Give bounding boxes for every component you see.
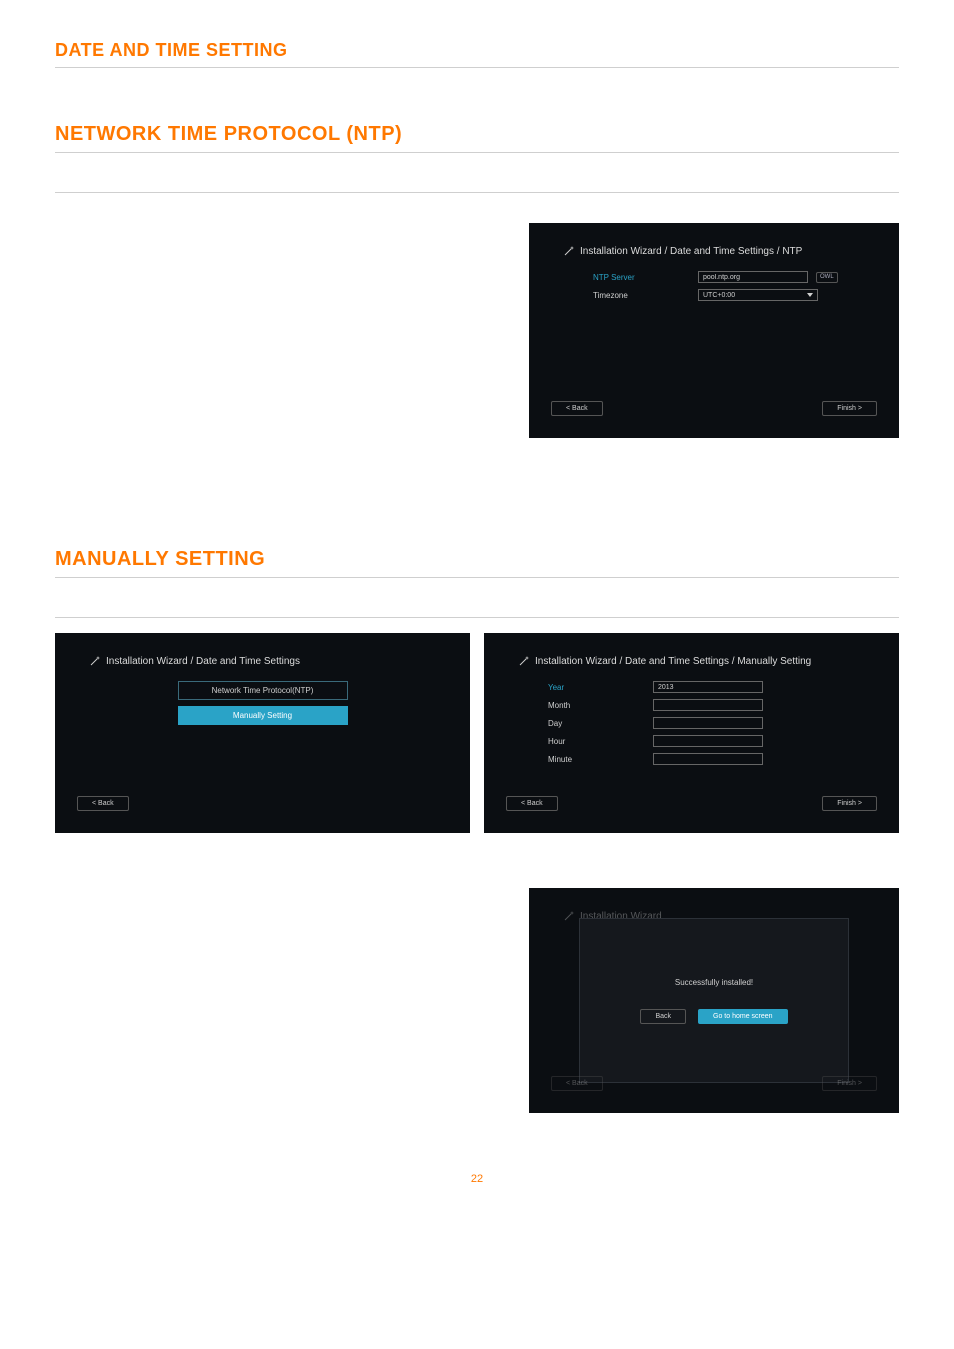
chevron-down-icon	[807, 293, 813, 297]
ntp-wizard-panel: Installation Wizard / Date and Time Sett…	[529, 223, 899, 438]
timezone-label: Timezone	[593, 291, 698, 300]
finish-button-bg: Finish >	[822, 1076, 877, 1091]
finish-button[interactable]: Finish >	[822, 401, 877, 416]
hour-input[interactable]	[653, 735, 763, 747]
datetime-menu-panel: Installation Wizard / Date and Time Sett…	[55, 633, 470, 833]
manual-form-panel: Installation Wizard / Date and Time Sett…	[484, 633, 899, 833]
date-time-heading: DATE AND TIME SETTING	[55, 40, 899, 68]
success-panel: Installation Wizard Successfully install…	[529, 888, 899, 1113]
manual-heading: MANUALLY SETTING	[55, 548, 899, 578]
owl-tag: OWL	[816, 272, 838, 283]
year-input[interactable]	[653, 681, 763, 693]
page-number: 22	[55, 1173, 899, 1185]
breadcrumb-text: Installation Wizard / Date and Time Sett…	[106, 656, 300, 667]
manual-desc-row	[55, 578, 899, 618]
breadcrumb: Installation Wizard / Date and Time Sett…	[563, 245, 877, 257]
hour-label: Hour	[548, 737, 653, 746]
back-button[interactable]: < Back	[77, 796, 129, 811]
day-label: Day	[548, 719, 653, 728]
month-label: Month	[548, 701, 653, 710]
go-home-button[interactable]: Go to home screen	[698, 1009, 788, 1024]
timezone-select[interactable]: UTC+0:00	[698, 289, 818, 301]
option-ntp[interactable]: Network Time Protocol(NTP)	[178, 681, 348, 700]
month-input[interactable]	[653, 699, 763, 711]
breadcrumb: Installation Wizard / Date and Time Sett…	[518, 655, 877, 667]
timezone-value: UTC+0:00	[703, 292, 735, 299]
ntp-heading: NETWORK TIME PROTOCOL (NTP)	[55, 123, 899, 153]
success-modal: Successfully installed! Back Go to home …	[579, 918, 849, 1083]
ntp-server-label: NTP Server	[593, 273, 698, 282]
option-manual[interactable]: Manually Setting	[178, 706, 348, 725]
success-message: Successfully installed!	[675, 978, 753, 987]
year-label: Year	[548, 683, 653, 692]
minute-label: Minute	[548, 755, 653, 764]
breadcrumb: Installation Wizard / Date and Time Sett…	[89, 655, 448, 667]
back-button-bg: < Back	[551, 1076, 603, 1091]
back-button[interactable]: < Back	[506, 796, 558, 811]
wand-icon	[563, 910, 575, 922]
wand-icon	[518, 655, 530, 667]
back-button[interactable]: < Back	[551, 401, 603, 416]
modal-back-button[interactable]: Back	[640, 1009, 686, 1024]
day-input[interactable]	[653, 717, 763, 729]
breadcrumb-text: Installation Wizard / Date and Time Sett…	[535, 656, 811, 667]
wand-icon	[563, 245, 575, 257]
ntp-desc-row	[55, 153, 899, 193]
wand-icon	[89, 655, 101, 667]
ntp-server-input[interactable]	[698, 271, 808, 283]
minute-input[interactable]	[653, 753, 763, 765]
breadcrumb-text: Installation Wizard / Date and Time Sett…	[580, 246, 802, 257]
finish-button[interactable]: Finish >	[822, 796, 877, 811]
